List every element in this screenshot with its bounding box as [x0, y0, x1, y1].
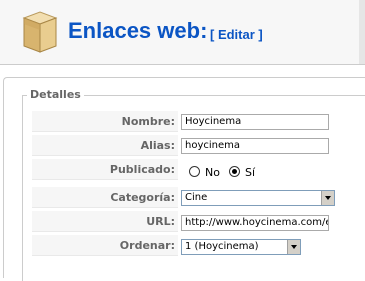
alias-input[interactable]: hoycinema [181, 138, 329, 154]
alias-label: Alias: [32, 135, 178, 156]
ordenar-label: Ordenar: [32, 235, 178, 256]
page-title: Enlaces web: [68, 18, 208, 43]
ordenar-select[interactable]: 1 (Hoycinema) [181, 239, 301, 255]
categoria-value: Cine [185, 192, 208, 203]
details-legend: Detalles [27, 88, 84, 101]
edit-link[interactable]: [ Editar ] [210, 27, 263, 42]
page-header: Enlaces web: [ Editar ] [0, 0, 365, 65]
nombre-input[interactable]: Hoycinema [181, 114, 329, 130]
publicado-si-label: Sí [245, 166, 256, 179]
ordenar-value: 1 (Hoycinema) [185, 241, 259, 252]
chevron-down-icon[interactable] [287, 240, 300, 254]
categoria-label: Categoría: [32, 187, 178, 208]
publicado-label: Publicado: [32, 159, 178, 180]
publicado-no-radio[interactable] [189, 166, 200, 177]
categoria-select[interactable]: Cine [181, 190, 335, 206]
nombre-label: Nombre: [32, 111, 178, 132]
url-label: URL: [32, 211, 178, 232]
chevron-down-icon[interactable] [321, 191, 334, 205]
publicado-no-label: No [205, 166, 220, 179]
url-input[interactable]: http://www.hoycinema.com/esp [181, 215, 329, 231]
box-icon [22, 11, 58, 53]
publicado-si-radio[interactable] [229, 166, 240, 177]
